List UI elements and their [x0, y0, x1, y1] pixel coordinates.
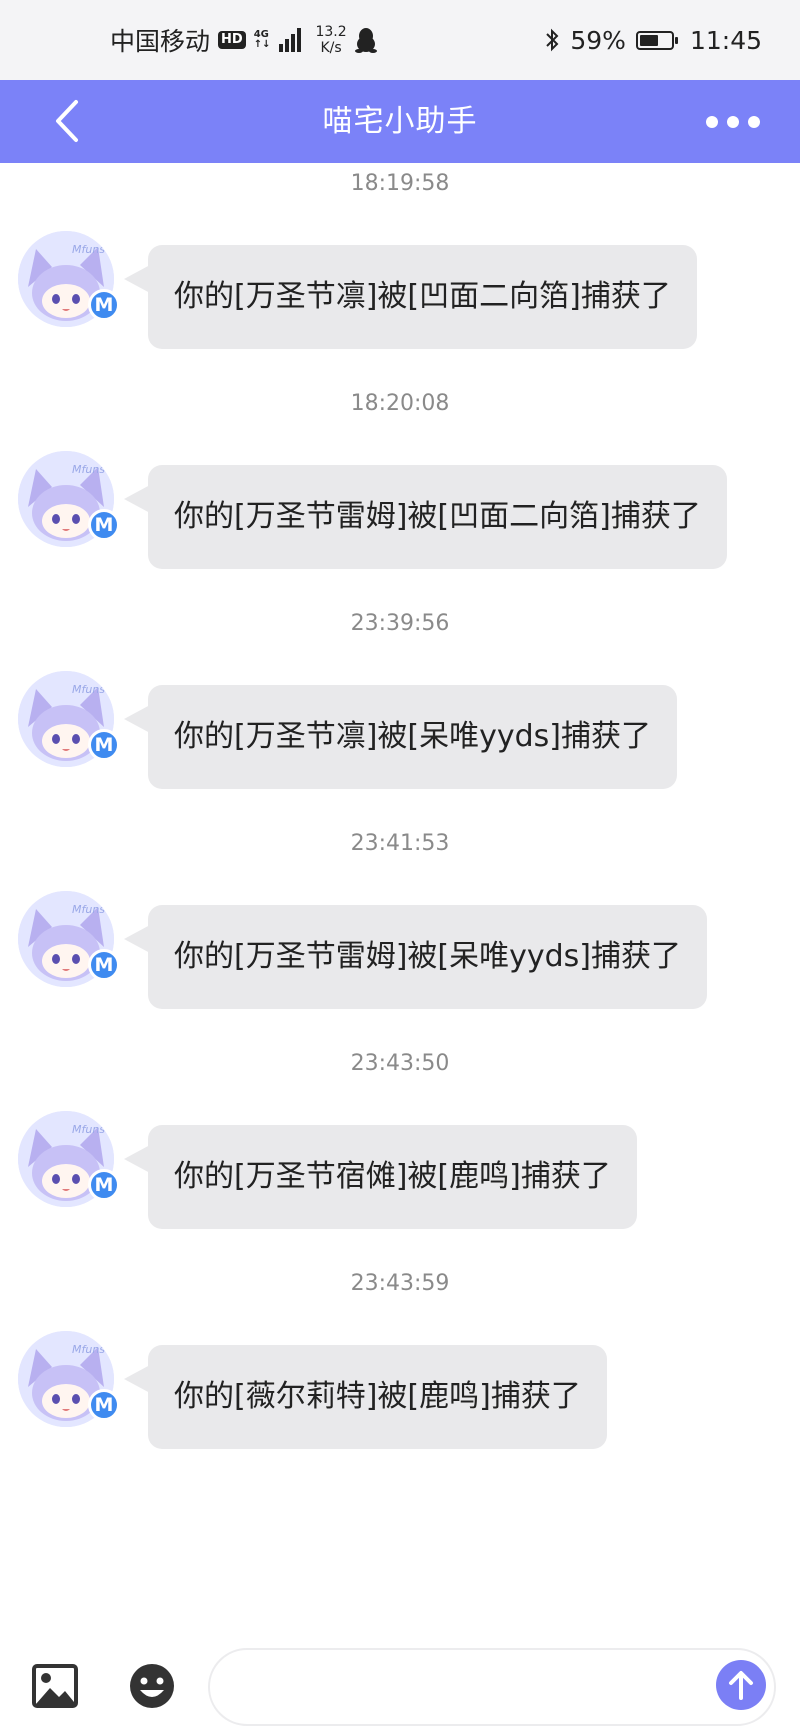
network-type: 4G ↑↓: [254, 30, 271, 50]
avatar-caption: Mfuns: [72, 1123, 105, 1136]
more-button[interactable]: [706, 104, 760, 140]
avatar-caption: Mfuns: [72, 903, 105, 916]
message-timestamp: 18:20:08: [350, 391, 450, 416]
arrow-up-icon: [729, 1671, 753, 1700]
qq-penguin-icon: [354, 28, 377, 53]
message-input[interactable]: [208, 1648, 776, 1726]
emoji-icon: [130, 1664, 174, 1708]
m-badge: M: [88, 1169, 120, 1201]
emoji-button[interactable]: [128, 1662, 176, 1710]
more-dot: [706, 116, 718, 128]
status-left: 中国移动 HD 4G ↑↓ 13.2 K/s: [110, 0, 377, 80]
message-timestamp: 23:41:53: [350, 831, 450, 856]
battery-icon: [635, 30, 678, 50]
message-bubble[interactable]: 你的[万圣节宿傩]被[鹿鸣]捕获了: [124, 1125, 637, 1229]
battery-fill: [639, 34, 658, 46]
message-group: 23:39:56 Mfuns M 你的[万圣节凛]被[呆唯yyds]捕获了: [0, 603, 800, 823]
message-group: 23:43:59 Mfuns M 你的[薇尔莉特]被[鹿鸣]捕获了: [0, 1263, 800, 1483]
bot-avatar[interactable]: Mfuns M: [18, 891, 124, 991]
bot-avatar[interactable]: Mfuns M: [18, 671, 124, 771]
message-timestamp: 23:43:50: [350, 1051, 450, 1076]
more-dot: [748, 116, 760, 128]
message-bubble[interactable]: 你的[万圣节凛]被[凹面二向箔]捕获了: [124, 245, 697, 349]
speed-value: 13.2: [315, 24, 347, 40]
message-timestamp: 23:43:59: [350, 1271, 450, 1296]
m-badge: M: [88, 729, 120, 761]
chat-input-bar: [0, 1640, 800, 1733]
status-right: 59% 11:45: [544, 0, 762, 80]
bluetooth-icon: [546, 28, 559, 52]
avatar-caption: Mfuns: [72, 1343, 105, 1356]
send-button[interactable]: [716, 1660, 766, 1710]
message-bubble[interactable]: 你的[万圣节雷姆]被[凹面二向箔]捕获了: [124, 465, 727, 569]
message-bubble[interactable]: 你的[万圣节凛]被[呆唯yyds]捕获了: [124, 685, 677, 789]
bot-avatar[interactable]: Mfuns M: [18, 1111, 124, 1211]
message-group: 23:41:53 Mfuns M 你的[万圣节雷姆]被[呆唯yyds]捕获了: [0, 823, 800, 1043]
avatar-caption: Mfuns: [72, 243, 105, 256]
status-bar: 中国移动 HD 4G ↑↓ 13.2 K/s 59% 11:45: [0, 0, 800, 80]
message-bubble[interactable]: 你的[万圣节雷姆]被[呆唯yyds]捕获了: [124, 905, 707, 1009]
carrier-label: 中国移动: [110, 27, 211, 56]
avatar-caption: Mfuns: [72, 463, 105, 476]
image-button[interactable]: [32, 1664, 78, 1708]
chat-title: 喵宅小助手: [322, 104, 478, 139]
message-group: 18:20:08 Mfuns M 你的[万圣节雷姆]被[凹面二向箔]捕获了: [0, 383, 800, 603]
clock: 11:45: [689, 25, 762, 55]
image-icon: [32, 1664, 78, 1708]
message-timestamp: 23:39:56: [350, 611, 450, 636]
battery-percent: 59%: [570, 25, 626, 55]
network-type-bottom: ↑↓: [253, 39, 271, 50]
m-badge: M: [88, 289, 120, 321]
message-group: 23:43:50 Mfuns M 你的[万圣节宿傩]被[鹿鸣]捕获了: [0, 1043, 800, 1263]
bot-avatar[interactable]: Mfuns M: [18, 231, 124, 331]
speed-unit: K/s: [320, 40, 342, 56]
bot-avatar[interactable]: Mfuns M: [18, 1331, 124, 1431]
more-dot: [727, 116, 739, 128]
network-speed: 13.2 K/s: [315, 24, 346, 56]
signal-icon: [279, 28, 302, 52]
m-badge: M: [88, 509, 120, 541]
bot-avatar[interactable]: Mfuns M: [18, 451, 124, 551]
hd-badge: HD: [218, 31, 246, 49]
message-bubble[interactable]: 你的[薇尔莉特]被[鹿鸣]捕获了: [124, 1345, 607, 1449]
m-badge: M: [88, 949, 120, 981]
message-timestamp: 18:19:58: [350, 171, 450, 196]
chat-header: 喵宅小助手: [0, 80, 800, 163]
avatar-caption: Mfuns: [72, 683, 105, 696]
message-group: 18:19:58 Mfuns M 你的[万圣节凛]被[凹面二向箔]捕获了: [0, 163, 800, 383]
m-badge: M: [88, 1389, 120, 1421]
